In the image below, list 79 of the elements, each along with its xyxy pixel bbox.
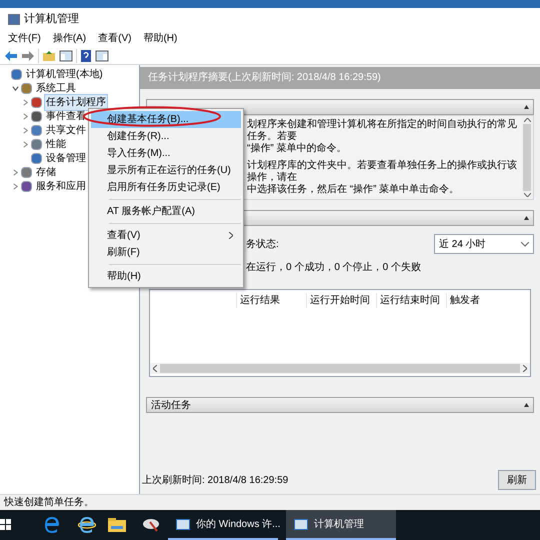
app-icon	[8, 14, 20, 24]
refresh-button[interactable]: 刷新	[498, 470, 536, 490]
context-menu-item[interactable]: 帮助(H)	[91, 268, 241, 285]
browser-icon[interactable]	[78, 517, 96, 533]
collapse-icon[interactable]	[524, 105, 529, 109]
window-icon	[176, 518, 190, 530]
menu-item[interactable]: 帮助(H)	[143, 31, 178, 46]
collapse-icon[interactable]	[524, 403, 529, 407]
tree-node-icon	[31, 110, 42, 122]
overview-text: 计划程序库的文件夹中。若要查看单独任务上的操作或执行该操作，请在	[247, 160, 518, 184]
scroll-down-icon[interactable]	[524, 193, 530, 197]
tree-node-icon	[31, 138, 42, 150]
folder-up-icon[interactable]	[42, 50, 56, 62]
window-icon	[294, 518, 308, 530]
tree-node-icon	[31, 124, 42, 136]
context-menu-item[interactable]: 启用所有任务历史记录(E)	[91, 179, 241, 196]
collapsed-chevron-icon[interactable]	[12, 168, 19, 176]
dropdown-caret-icon	[521, 242, 529, 246]
summary-header: 任务计划程序摘要(上次刷新时间: 2018/4/8 16:29:59)	[140, 67, 540, 89]
help-icon[interactable]	[80, 50, 92, 62]
expanded-chevron-icon[interactable]	[12, 84, 19, 92]
tree-item[interactable]: 计算机管理(本地)	[24, 66, 105, 82]
collapsed-chevron-icon[interactable]	[22, 112, 29, 120]
panel-icon[interactable]	[95, 50, 109, 62]
scroll-right-icon[interactable]	[523, 365, 527, 372]
browser-icon[interactable]	[44, 517, 60, 533]
panel-icon[interactable]	[59, 50, 73, 62]
tree-item[interactable]: 系统工具	[34, 80, 78, 96]
taskbar-window-button[interactable]: 你的 Windows 许...	[168, 510, 278, 540]
context-menu-item[interactable]: 导入任务(M)...	[91, 145, 241, 162]
column-header[interactable]: 运行结束时间	[376, 292, 446, 308]
scroll-up-icon[interactable]	[524, 118, 530, 122]
tree-item[interactable]: 共享文件	[44, 122, 88, 138]
collapse-icon[interactable]	[524, 216, 529, 220]
tree-node-icon	[21, 180, 32, 192]
menu-item[interactable]: 操作(A)	[52, 31, 86, 46]
forward-arrow-icon[interactable]	[21, 50, 35, 62]
status-summary: 在运行，0 个成功，0 个停止，0 个失败	[245, 260, 422, 275]
tree-item[interactable]: 设备管理	[44, 150, 88, 166]
menu-item[interactable]: 文件(F)	[8, 31, 41, 46]
vertical-scrollbar[interactable]	[521, 116, 533, 199]
status-bar: 快速创建简单任务。	[0, 494, 540, 510]
period-dropdown[interactable]: 近 24 小时	[434, 234, 534, 254]
tool-icon[interactable]	[142, 518, 160, 532]
column-header[interactable]: 触发者	[446, 292, 516, 308]
folder-icon[interactable]	[108, 518, 126, 532]
context-menu-item[interactable]: 创建任务(R)...	[91, 128, 241, 145]
tree-node-icon	[11, 68, 22, 80]
column-header[interactable]: 运行开始时间	[306, 292, 376, 308]
tree-item[interactable]: 存储	[34, 164, 58, 180]
back-arrow-icon[interactable]	[4, 50, 18, 62]
taskbar-window-button[interactable]: 计算机管理	[286, 510, 396, 540]
collapsed-chevron-icon[interactable]	[22, 140, 29, 148]
horizontal-scrollbar[interactable]	[150, 363, 530, 374]
tree-item[interactable]: 任务计划程序	[44, 94, 108, 110]
status-label: 务状态:	[246, 238, 279, 252]
section-header[interactable]: 活动任务	[146, 397, 534, 413]
overview-text: “操作” 菜单中的命令。	[247, 143, 348, 155]
tree-node-icon	[21, 82, 32, 94]
collapsed-chevron-icon[interactable]	[22, 126, 29, 134]
column-header[interactable]: 运行结果	[236, 292, 306, 308]
overview-text: 中选择该任务，然后在 “操作” 菜单中单击命令。	[247, 184, 460, 196]
collapsed-chevron-icon[interactable]	[12, 182, 19, 190]
section-title: 活动任务	[151, 398, 191, 412]
menu-item[interactable]: 查看(V)	[98, 31, 132, 46]
last-refresh-text: 上次刷新时间: 2018/4/8 16:29:59	[142, 474, 288, 488]
tree-node-icon	[21, 166, 32, 178]
context-menu-item[interactable]: AT 服务帐户配置(A)	[91, 203, 241, 220]
scroll-left-icon[interactable]	[153, 365, 157, 372]
collapsed-chevron-icon[interactable]	[22, 98, 29, 106]
context-menu-item[interactable]: 刷新(F)	[91, 244, 241, 261]
overview-text: 划程序来创建和管理计算机将在所指定的时间自动执行的常见任务。若要	[247, 119, 518, 142]
tree-node-icon	[31, 96, 42, 108]
tree-node-icon	[31, 152, 42, 164]
tree-item[interactable]: 性能	[44, 136, 68, 152]
window-title: 计算机管理	[24, 12, 79, 27]
context-menu-item[interactable]: 查看(V)	[91, 227, 241, 244]
context-menu-item[interactable]: 显示所有正在运行的任务(U)	[91, 162, 241, 179]
tree-item[interactable]: 服务和应用	[34, 178, 88, 194]
